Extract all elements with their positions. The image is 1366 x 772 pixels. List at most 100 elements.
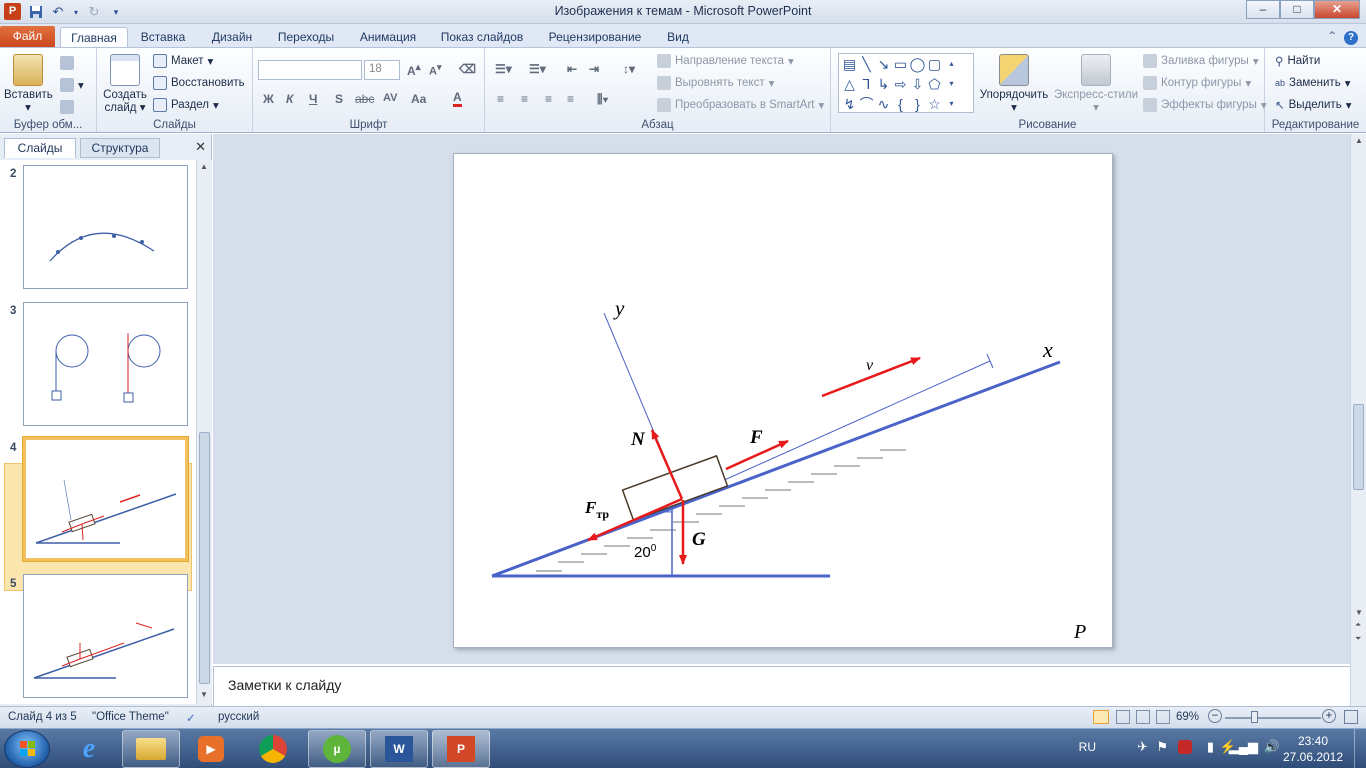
minimize-button[interactable]: –	[1246, 0, 1280, 19]
triangle-shape-icon[interactable]: △	[841, 74, 858, 94]
next-slide-icon[interactable]: ⏷	[1355, 634, 1361, 644]
clear-format-icon[interactable]: ⌫	[459, 62, 476, 76]
tab-home[interactable]: Главная	[60, 27, 128, 48]
flag-icon[interactable]: ⚑	[1156, 739, 1168, 755]
quick-styles-button[interactable]: Экспресс-стили ▾	[1053, 54, 1139, 115]
bullets-icon[interactable]: ☰▾	[495, 62, 512, 76]
textbox-shape-icon[interactable]: ▤	[841, 54, 858, 74]
zoom-level[interactable]: 69%	[1176, 711, 1199, 723]
strikethrough-button[interactable]: abc	[355, 92, 374, 106]
slideshow-view-icon[interactable]	[1156, 710, 1170, 724]
arc-shape-icon[interactable]: ⌒	[858, 94, 875, 114]
pane-close-icon[interactable]: ✕	[195, 139, 206, 155]
tab-design[interactable]: Дизайн	[204, 27, 260, 48]
media-player-taskbar-icon[interactable]: ▶	[182, 730, 240, 768]
fit-to-window-icon[interactable]	[1344, 710, 1358, 724]
left-brace-shape-icon[interactable]: {	[892, 94, 909, 114]
star-shape-icon[interactable]: ☆	[926, 94, 943, 114]
scroll-up-icon[interactable]: ▲	[200, 162, 208, 171]
language-bar[interactable]: RU	[1079, 740, 1096, 754]
device-icon[interactable]: ▮	[1207, 739, 1214, 755]
line-spacing-icon[interactable]: ↕▾	[623, 62, 635, 76]
utorrent-taskbar-icon[interactable]: µ	[308, 730, 366, 768]
normal-view-icon[interactable]	[1093, 710, 1109, 724]
replace-button[interactable]: ab Заменить ▾	[1275, 76, 1350, 90]
cut-button[interactable]	[60, 56, 74, 70]
tab-insert[interactable]: Вставка	[132, 27, 194, 48]
arrow-line-shape-icon[interactable]: ↘	[875, 54, 892, 74]
elbow-shape-icon[interactable]: ⅂	[858, 74, 875, 94]
layout-button[interactable]: Макет ▾	[153, 54, 213, 68]
block-body[interactable]	[621, 454, 729, 522]
start-button[interactable]	[4, 730, 50, 768]
slide-thumb-5[interactable]	[23, 574, 188, 698]
tab-animation[interactable]: Анимация	[352, 27, 424, 48]
align-center-icon[interactable]: ≡	[521, 92, 528, 106]
theme-name[interactable]: "Office Theme"	[92, 711, 169, 723]
chrome-taskbar-icon[interactable]	[244, 730, 302, 768]
select-button[interactable]: ↖ Выделить ▾	[1275, 98, 1351, 112]
clock-date[interactable]: 27.06.2012	[1278, 750, 1348, 764]
align-right-icon[interactable]: ≡	[545, 92, 552, 106]
tab-slides[interactable]: Слайды	[4, 138, 76, 158]
freeform-shape-icon[interactable]: ∿	[875, 94, 892, 114]
increase-indent-icon[interactable]: ⇥	[589, 62, 599, 76]
clock-time[interactable]: 23:40	[1288, 734, 1338, 748]
tab-view[interactable]: Вид	[660, 27, 696, 48]
slide-sorter-icon[interactable]	[1116, 710, 1130, 724]
new-slide-button[interactable]: Создать слайд ▾	[101, 54, 149, 115]
network-icon[interactable]: ✈	[1137, 739, 1148, 755]
ie-taskbar-icon[interactable]: e	[60, 730, 118, 768]
tab-slideshow[interactable]: Показ слайдов	[434, 27, 530, 48]
maximize-button[interactable]: □	[1280, 0, 1314, 19]
zoom-slider-track[interactable]	[1225, 717, 1321, 719]
underline-button[interactable]: Ч	[309, 92, 317, 106]
antivirus-icon[interactable]	[1178, 740, 1192, 754]
line-shape-icon[interactable]: ╲	[858, 54, 875, 74]
scroll-down-icon[interactable]: ▼	[1355, 608, 1363, 617]
gallery-more-icon[interactable]: ▾	[943, 94, 960, 114]
language-indicator[interactable]: русский	[218, 711, 259, 723]
previous-slide-icon[interactable]: ⏶	[1355, 620, 1361, 630]
smartart-button[interactable]: Преобразовать в SmartArt ▾	[657, 98, 824, 112]
font-color-button[interactable]: A	[453, 90, 462, 107]
align-left-icon[interactable]: ≡	[497, 92, 504, 106]
elbow-arrow-shape-icon[interactable]: ↳	[875, 74, 892, 94]
tab-review[interactable]: Рецензирование	[540, 27, 650, 48]
reading-view-icon[interactable]	[1136, 710, 1150, 724]
editor-scrollbar[interactable]: ▲ ▼ ⏶ ⏷	[1350, 134, 1366, 706]
zoom-in-button[interactable]: +	[1322, 709, 1336, 723]
signal-icon[interactable]: ▂▄▆	[1229, 739, 1258, 755]
slide-thumb-4[interactable]	[23, 437, 188, 561]
section-button[interactable]: Раздел ▾	[153, 98, 219, 112]
font-name-box[interactable]	[258, 60, 362, 80]
shape-effects-button[interactable]: Эффекты фигуры ▾	[1143, 98, 1267, 112]
callout-shape-icon[interactable]: ⬠	[926, 74, 943, 94]
slide-thumb-2[interactable]	[23, 165, 188, 289]
text-direction-button[interactable]: Направление текста ▾	[657, 54, 794, 68]
rounded-rect-shape-icon[interactable]: ▢	[926, 54, 943, 74]
powerpoint-taskbar-icon[interactable]: P	[432, 730, 490, 768]
copy-button[interactable]: ▾	[60, 78, 84, 92]
justify-icon[interactable]: ≡	[567, 92, 574, 106]
zoom-out-button[interactable]: −	[1208, 709, 1222, 723]
slide-thumb-3[interactable]	[23, 302, 188, 426]
thumbnails-scrollbar[interactable]: ▲ ▼	[196, 160, 212, 704]
decrease-indent-icon[interactable]: ⇤	[567, 62, 577, 76]
scrollbar-thumb[interactable]	[199, 432, 210, 684]
zoom-slider-thumb[interactable]	[1251, 711, 1258, 723]
font-size-box[interactable]: 18	[364, 60, 400, 80]
reset-button[interactable]: Восстановить	[153, 76, 245, 90]
help-icon[interactable]: ?	[1344, 31, 1358, 45]
bold-button[interactable]: Ж	[263, 92, 274, 106]
down-arrow-shape-icon[interactable]: ⇩	[909, 74, 926, 94]
shape-fill-button[interactable]: Заливка фигуры ▾	[1143, 54, 1259, 68]
close-button[interactable]: ✕	[1314, 0, 1360, 19]
slide-canvas[interactable]: y x v N F Fтр G 200 P	[453, 153, 1113, 648]
scroll-up-icon[interactable]: ▲	[1355, 136, 1363, 145]
numbering-icon[interactable]: ☰▾	[529, 62, 546, 76]
align-text-button[interactable]: Выровнять текст ▾	[657, 76, 774, 90]
columns-icon[interactable]: ⫼▾	[597, 92, 608, 107]
format-painter-button[interactable]	[60, 100, 74, 114]
arrange-button[interactable]: Упорядочить ▾	[977, 54, 1051, 115]
